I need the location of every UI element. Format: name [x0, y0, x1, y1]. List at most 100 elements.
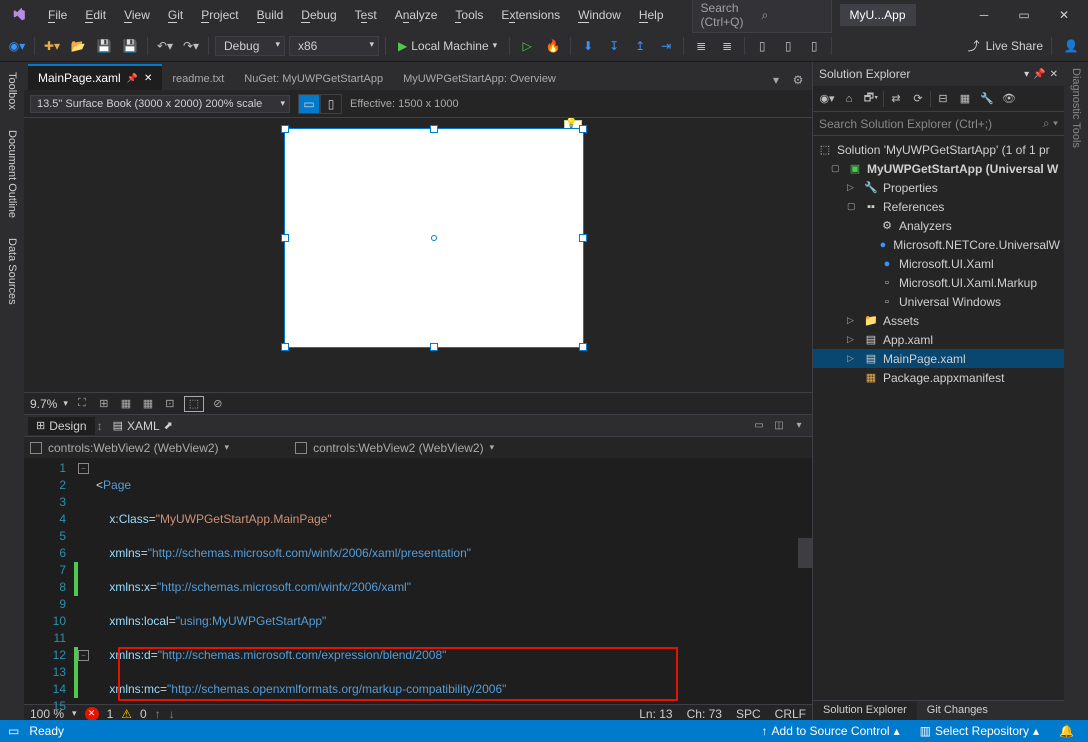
preview-button[interactable]: 👁: [999, 89, 1019, 109]
tab-nuget[interactable]: NuGet: MyUWPGetStartApp: [234, 68, 393, 90]
fold-button[interactable]: −: [78, 650, 89, 661]
snap2-button[interactable]: ⊡: [162, 396, 178, 412]
zoom-value[interactable]: 9.7%: [30, 397, 57, 411]
solution-name-button[interactable]: MyU...App: [840, 4, 916, 26]
comment-button[interactable]: ▯: [751, 35, 773, 57]
fit-button[interactable]: ⛶: [74, 396, 90, 412]
collapse-button[interactable]: ▾: [790, 417, 808, 435]
analyzers-node[interactable]: ⚙Analyzers: [813, 216, 1064, 235]
output-icon[interactable]: ▭: [8, 724, 19, 738]
undo-button[interactable]: ↶▾: [154, 35, 176, 57]
crumb-right[interactable]: controls:WebView2 (WebView2): [313, 441, 484, 455]
bookmark-button[interactable]: ▯: [803, 35, 825, 57]
menu-project[interactable]: Project: [193, 4, 246, 26]
diagnostic-tools-tab[interactable]: Diagnostic Tools: [1068, 62, 1084, 154]
orientation-landscape-button[interactable]: ▭: [298, 94, 320, 114]
nav-back-button[interactable]: ◉▾: [6, 35, 28, 57]
vertical-scrollbar[interactable]: [798, 538, 812, 568]
live-share-button[interactable]: Live Share: [986, 39, 1043, 53]
nav-down-button[interactable]: ↓: [169, 707, 175, 721]
design-canvas[interactable]: [284, 128, 584, 348]
home-button[interactable]: ⌂: [839, 89, 859, 109]
design-surface[interactable]: 💡▾: [24, 118, 812, 392]
open-button[interactable]: 📂: [67, 35, 89, 57]
data-sources-tab[interactable]: Data Sources: [4, 232, 20, 311]
menu-analyze[interactable]: Analyze: [387, 4, 446, 26]
redo-button[interactable]: ↷▾: [180, 35, 202, 57]
fold-button[interactable]: −: [78, 463, 89, 474]
assets-node[interactable]: ▷📁Assets: [813, 311, 1064, 330]
toolbox-tab[interactable]: Toolbox: [4, 66, 20, 116]
menu-view[interactable]: View: [116, 4, 158, 26]
close-button[interactable]: ✕: [1044, 1, 1084, 29]
tab-mainpage-xaml[interactable]: MainPage.xaml 📌 ✕: [28, 64, 162, 90]
step-button-1[interactable]: ⬇: [577, 35, 599, 57]
references-node[interactable]: ▢▪▪References: [813, 197, 1064, 216]
panel-menu-button[interactable]: ▾: [1024, 69, 1029, 80]
select-repo-button[interactable]: ▥ Select Repository ▴: [914, 723, 1045, 739]
feedback-button[interactable]: 👤: [1060, 35, 1082, 57]
ref-markup[interactable]: ▫Microsoft.UI.Xaml.Markup: [813, 273, 1064, 292]
mainpage-xaml-node[interactable]: ▷▤MainPage.xaml: [813, 349, 1064, 368]
manifest-node[interactable]: ▦Package.appxmanifest: [813, 368, 1064, 387]
outdent-button[interactable]: ≣: [716, 35, 738, 57]
menu-tools[interactable]: Tools: [447, 4, 491, 26]
platform-combo[interactable]: x86: [289, 36, 379, 56]
views-button[interactable]: 🗗▾: [861, 89, 881, 109]
indent-button[interactable]: ≣: [690, 35, 712, 57]
close-icon[interactable]: ✕: [144, 73, 152, 84]
disable-button[interactable]: ⊘: [210, 396, 226, 412]
save-all-button[interactable]: 💾: [119, 35, 141, 57]
nav-up-button[interactable]: ↑: [155, 707, 161, 721]
menu-git[interactable]: Git: [160, 4, 191, 26]
show-all-button[interactable]: ▦: [955, 89, 975, 109]
tab-readme[interactable]: readme.txt: [162, 68, 234, 90]
ref-uixaml[interactable]: ●Microsoft.UI.Xaml: [813, 254, 1064, 273]
start-without-debug-button[interactable]: ▷: [516, 35, 538, 57]
tab-git-changes[interactable]: Git Changes: [917, 701, 998, 722]
hot-reload-button[interactable]: 🔥: [542, 35, 564, 57]
split-horiz-button[interactable]: ▭: [750, 417, 768, 435]
xaml-tab[interactable]: ▤ XAML ⬈: [105, 417, 181, 435]
tab-solution-explorer[interactable]: Solution Explorer: [813, 701, 917, 722]
refresh-button[interactable]: ⟳: [908, 89, 928, 109]
grid-button[interactable]: ⊞: [96, 396, 112, 412]
maximize-button[interactable]: ▭: [1004, 1, 1044, 29]
solution-root[interactable]: ⬚Solution 'MyUWPGetStartApp' (1 of 1 pr: [813, 140, 1064, 159]
uncomment-button[interactable]: ▯: [777, 35, 799, 57]
indent-indicator[interactable]: SPC: [736, 707, 761, 721]
save-button[interactable]: 💾: [93, 35, 115, 57]
pin-icon[interactable]: 📌: [127, 73, 138, 84]
error-icon[interactable]: ✕: [85, 707, 99, 721]
step-button-3[interactable]: ↥: [629, 35, 651, 57]
ref-netcore[interactable]: ●Microsoft.NETCore.UniversalW: [813, 235, 1064, 254]
menu-extensions[interactable]: Extensions: [493, 4, 568, 26]
document-outline-tab[interactable]: Document Outline: [4, 124, 20, 224]
sync-button[interactable]: ⇄: [886, 89, 906, 109]
minimize-button[interactable]: ─: [964, 1, 1004, 29]
collapse-all-button[interactable]: ⊟: [933, 89, 953, 109]
panel-pin-button[interactable]: 📌: [1033, 69, 1045, 80]
project-node[interactable]: ▢▣MyUWPGetStartApp (Universal W: [813, 159, 1064, 178]
crumb-left[interactable]: controls:WebView2 (WebView2): [48, 441, 219, 455]
code-content[interactable]: <Page x:Class="MyUWPGetStartApp.MainPage…: [92, 458, 812, 704]
menu-help[interactable]: Help: [631, 4, 672, 26]
toggle-grid-button[interactable]: ⬚: [184, 396, 204, 412]
notifications-button[interactable]: 🔔: [1053, 723, 1080, 739]
panel-close-button[interactable]: ✕: [1050, 69, 1058, 80]
grid2-button[interactable]: ▦: [118, 396, 134, 412]
code-editor[interactable]: 123456789101112131415 − − <Page x:Class=…: [24, 458, 812, 704]
menu-window[interactable]: Window: [570, 4, 629, 26]
snap-button[interactable]: ▦: [140, 396, 156, 412]
new-item-button[interactable]: ✚▾: [41, 35, 63, 57]
menu-build[interactable]: Build: [249, 4, 292, 26]
tab-settings-button[interactable]: ⚙: [788, 70, 808, 90]
eol-indicator[interactable]: CRLF: [775, 707, 806, 721]
warning-icon[interactable]: ⚠: [121, 707, 132, 721]
run-button[interactable]: ▶Local Machine▾: [392, 37, 503, 55]
device-combo[interactable]: 13.5" Surface Book (3000 x 2000) 200% sc…: [30, 95, 290, 113]
add-source-control-button[interactable]: ↑ Add to Source Control ▴: [756, 723, 906, 739]
step-button-2[interactable]: ↧: [603, 35, 625, 57]
global-search[interactable]: Search (Ctrl+Q) ⌕: [692, 0, 832, 33]
tab-overflow-button[interactable]: ▾: [766, 70, 786, 90]
